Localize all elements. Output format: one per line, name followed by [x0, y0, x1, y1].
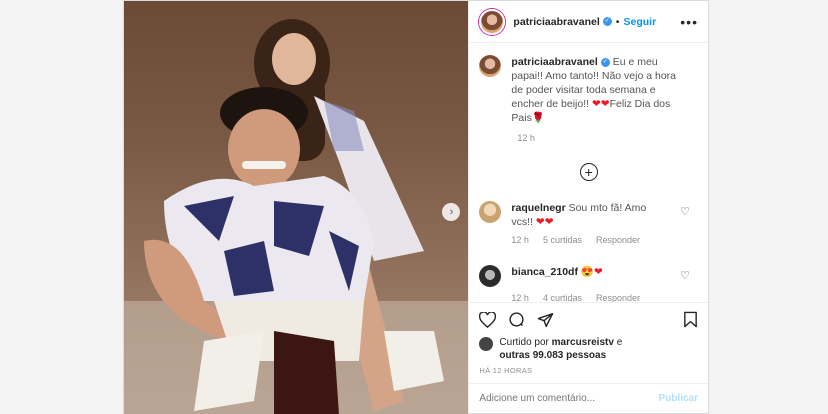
caption-username[interactable]: patriciaabravanel	[511, 56, 597, 68]
rose-icon: 🌹	[531, 112, 545, 124]
post-modal: › patriciaabravanel ✓ • Seguir ••• patri…	[123, 0, 709, 414]
reply-button[interactable]: Responder	[596, 235, 640, 245]
comment-text-block: raquelnegr Sou mto fã! Amo vcs!! ❤❤	[511, 201, 661, 229]
comment-emoji: ❤❤	[535, 216, 554, 228]
likes-prefix: Curtido por	[499, 337, 552, 348]
more-options-icon[interactable]: •••	[680, 14, 698, 30]
commenter-avatar[interactable]	[479, 265, 502, 287]
comment-item: bianca_210df 😍❤ ♡	[479, 265, 698, 287]
caption-verified-badge-icon: ✓	[600, 57, 610, 67]
caption-author-avatar[interactable]	[479, 55, 502, 77]
comment-likes[interactable]: 5 curtidas	[543, 235, 582, 245]
author-username[interactable]: patriciaabravanel	[513, 16, 599, 28]
comment-item: raquelnegr Sou mto fã! Amo vcs!! ❤❤ ♡	[479, 201, 698, 229]
commenter-username[interactable]: raquelnegr	[511, 202, 565, 214]
comments-area: patriciaabravanel ✓ Eu e meu papai!! Amo …	[469, 43, 708, 302]
share-send-icon[interactable]	[537, 312, 554, 328]
comment-meta: 12 h 4 curtidas Responder	[511, 293, 698, 302]
photo-illustration	[124, 19, 469, 414]
comment-emoji: 😍❤	[580, 266, 603, 278]
caption-hearts: ❤❤	[591, 98, 610, 110]
like-comment-heart-icon[interactable]: ♡	[680, 269, 690, 283]
likes-summary: Curtido por marcusreistv e outras 99.083…	[469, 336, 708, 362]
comment-text-block: bianca_210df 😍❤	[511, 265, 661, 287]
comment-meta: 12 h 5 curtidas Responder	[511, 235, 698, 245]
comment-bubble-icon[interactable]	[508, 311, 525, 328]
add-comment-bar: Publicar	[469, 383, 708, 413]
caption-timestamp: 12 h	[517, 133, 535, 143]
like-comment-heart-icon[interactable]: ♡	[680, 205, 690, 219]
post-actions-bar	[469, 302, 708, 336]
post-age: HÁ 12 HORAS	[479, 366, 533, 375]
likes-mid: e	[613, 337, 623, 348]
liker-avatar[interactable]	[479, 337, 494, 351]
verified-badge-icon: ✓	[602, 17, 612, 26]
author-avatar[interactable]	[479, 8, 506, 35]
comment-input[interactable]	[479, 393, 659, 404]
commenter-username[interactable]: bianca_210df	[511, 266, 578, 278]
post-details-panel: patriciaabravanel ✓ • Seguir ••• patrici…	[468, 1, 708, 413]
post-caption: patriciaabravanel ✓ Eu e meu papai!! Amo …	[479, 55, 698, 125]
liker-username[interactable]: marcusreistv	[552, 337, 614, 348]
save-bookmark-icon[interactable]	[683, 311, 698, 328]
caption-text-block: patriciaabravanel ✓ Eu e meu papai!! Amo …	[511, 55, 681, 125]
comment-likes[interactable]: 4 curtidas	[543, 293, 582, 302]
load-more-comments-icon[interactable]: +	[579, 163, 598, 181]
comment-time: 12 h	[511, 293, 529, 302]
likes-count-link[interactable]: outras 99.083 pessoas	[499, 350, 606, 361]
likes-text-block: Curtido por marcusreistv e outras 99.083…	[499, 336, 622, 362]
comment-time: 12 h	[511, 235, 529, 245]
separator-dot: •	[615, 15, 620, 28]
commenter-avatar[interactable]	[479, 201, 502, 223]
publish-button[interactable]: Publicar	[659, 393, 698, 404]
post-photo: ›	[124, 1, 469, 414]
follow-button[interactable]: Seguir	[623, 16, 656, 28]
post-header: patriciaabravanel ✓ • Seguir •••	[469, 1, 708, 43]
reply-button[interactable]: Responder	[596, 293, 640, 302]
like-heart-icon[interactable]	[479, 311, 497, 328]
